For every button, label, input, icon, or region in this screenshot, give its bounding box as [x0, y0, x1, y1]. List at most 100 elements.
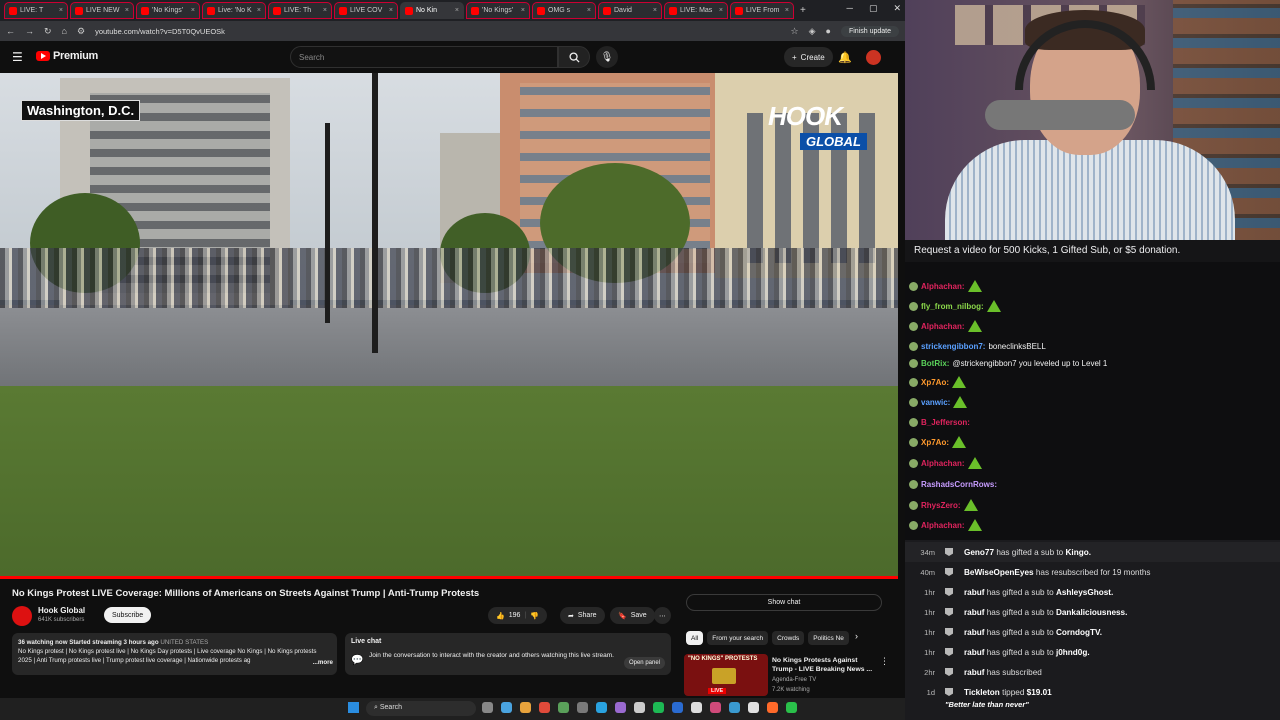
reload-icon[interactable]: ↻: [44, 26, 52, 37]
chat-username[interactable]: strickengibbon7:: [921, 342, 985, 351]
more-actions-button[interactable]: ⋯: [654, 607, 671, 624]
browser-tab[interactable]: LIVE: Th ×: [268, 2, 332, 19]
chat-username[interactable]: Alphachan:: [921, 282, 965, 291]
save-button[interactable]: 🔖 Save: [610, 607, 655, 624]
taskbar-app-icon[interactable]: [615, 702, 626, 713]
taskbar-app-icon[interactable]: [729, 702, 740, 713]
browser-tab[interactable]: LIVE: Mas ×: [664, 2, 728, 19]
browser-tab[interactable]: LIVE COV ×: [334, 2, 398, 19]
taskbar-app-icon[interactable]: [672, 702, 683, 713]
chevron-right-icon[interactable]: ›: [855, 631, 858, 645]
tab-close-icon[interactable]: ×: [785, 7, 789, 14]
account-avatar[interactable]: [866, 50, 881, 65]
finish-update-button[interactable]: Finish update: [840, 25, 899, 37]
browser-tab[interactable]: No Kin ×: [400, 2, 464, 19]
menu-icon[interactable]: ☰: [12, 50, 23, 64]
site-info-icon[interactable]: ⚙: [77, 26, 85, 37]
tab-close-icon[interactable]: ×: [653, 7, 657, 14]
back-icon[interactable]: ←: [6, 26, 15, 36]
browser-tab[interactable]: 'No Kings' ×: [136, 2, 200, 19]
recommended-video[interactable]: "NO KINGS" PROTESTS LIVE No Kings Protes…: [684, 654, 898, 698]
like-button[interactable]: 👍 196 | 👎: [488, 607, 547, 624]
tab-close-icon[interactable]: ×: [191, 7, 195, 14]
browser-tab[interactable]: OMG s ×: [532, 2, 596, 19]
taskbar-search[interactable]: ⌕ Search: [366, 701, 476, 716]
close-icon[interactable]: ✕: [893, 3, 901, 14]
tab-close-icon[interactable]: ×: [125, 7, 129, 14]
chat-username[interactable]: Alphachan:: [921, 521, 965, 530]
browser-tab[interactable]: LIVE: T ×: [4, 2, 68, 19]
video-player[interactable]: Washington, D.C. HOOK GLOBAL: [0, 73, 898, 578]
thumbs-down-icon[interactable]: 👎: [530, 612, 539, 620]
bookmark-star-icon[interactable]: ☆: [791, 26, 799, 37]
tab-close-icon[interactable]: ×: [257, 7, 261, 14]
voice-search-button[interactable]: 🎙: [596, 46, 618, 68]
browser-tab[interactable]: Live: 'No K ×: [202, 2, 266, 19]
recommended-thumbnail[interactable]: "NO KINGS" PROTESTS LIVE: [684, 654, 768, 696]
tab-close-icon[interactable]: ×: [323, 7, 327, 14]
taskbar-app-icon[interactable]: [634, 702, 645, 713]
maximize-icon[interactable]: ▢: [869, 3, 878, 14]
chat-username[interactable]: Xp7Ao:: [921, 378, 949, 387]
video-progress-bar[interactable]: [0, 576, 898, 579]
youtube-logo[interactable]: Premium: [36, 50, 98, 62]
open-panel-button[interactable]: Open panel: [623, 657, 665, 669]
taskbar-app-icon[interactable]: [482, 702, 493, 713]
chat-username[interactable]: Alphachan:: [921, 322, 965, 331]
taskbar-app-icon[interactable]: [596, 702, 607, 713]
browser-tab[interactable]: LIVE NEW ×: [70, 2, 134, 19]
taskbar-app-icon[interactable]: [653, 702, 664, 713]
tab-close-icon[interactable]: ×: [521, 7, 525, 14]
minimize-icon[interactable]: ─: [847, 3, 853, 14]
browser-tab[interactable]: David ×: [598, 2, 662, 19]
chat-username[interactable]: Xp7Ao:: [921, 438, 949, 447]
chat-username[interactable]: RhysZero:: [921, 501, 961, 510]
browser-tab[interactable]: LIVE From ×: [730, 2, 794, 19]
tab-close-icon[interactable]: ×: [455, 7, 459, 14]
chat-username[interactable]: B_Jefferson:: [921, 418, 970, 427]
taskbar-app-icon[interactable]: [558, 702, 569, 713]
taskbar-app-icon[interactable]: [786, 702, 797, 713]
extensions-icon[interactable]: ◈: [809, 26, 816, 37]
chip-crowds[interactable]: Crowds: [772, 631, 805, 645]
search-input[interactable]: Search: [290, 46, 558, 68]
taskbar-app-icon[interactable]: [691, 702, 702, 713]
share-button[interactable]: ➦ Share: [560, 607, 605, 624]
chat-username[interactable]: RashadsCornRows:: [921, 480, 997, 489]
tab-close-icon[interactable]: ×: [587, 7, 591, 14]
taskbar-app-icon[interactable]: [767, 702, 778, 713]
taskbar-app-icon[interactable]: [520, 702, 531, 713]
chat-username[interactable]: vanwic:: [921, 398, 950, 407]
channel-avatar[interactable]: [12, 606, 32, 626]
home-icon[interactable]: ⌂: [62, 26, 67, 36]
chat-username[interactable]: BotRix:: [921, 359, 949, 368]
chat-username[interactable]: fly_from_nilbog:: [921, 302, 984, 311]
url-field[interactable]: youtube.com/watch?v=D5T0QvUEOSk: [95, 27, 780, 36]
chip-all[interactable]: All: [686, 631, 704, 645]
more-vert-icon[interactable]: ⋮: [880, 656, 889, 667]
tab-close-icon[interactable]: ×: [59, 7, 63, 14]
taskbar-app-icon[interactable]: [577, 702, 588, 713]
subscribe-button[interactable]: Subscribe: [104, 607, 152, 623]
create-button[interactable]: + Create: [784, 47, 833, 67]
taskbar-app-icon[interactable]: [748, 702, 759, 713]
channel-name[interactable]: Hook Global: [38, 606, 85, 615]
search-button[interactable]: [558, 46, 590, 68]
chat-username[interactable]: Alphachan:: [921, 459, 965, 468]
profile-icon[interactable]: ●: [826, 26, 831, 36]
forward-icon[interactable]: →: [25, 26, 34, 36]
tab-close-icon[interactable]: ×: [389, 7, 393, 14]
taskbar-app-icon[interactable]: [710, 702, 721, 713]
browser-tab[interactable]: 'No Kings' ×: [466, 2, 530, 19]
tab-close-icon[interactable]: ×: [719, 7, 723, 14]
new-tab-icon[interactable]: +: [800, 5, 806, 16]
chip-from-your-search[interactable]: From your search: [707, 631, 769, 645]
notifications-bell-icon[interactable]: 🔔: [838, 51, 852, 64]
taskbar-app-icon[interactable]: [501, 702, 512, 713]
windows-start-icon[interactable]: [348, 702, 359, 713]
show-chat-button[interactable]: Show chat: [686, 594, 882, 611]
chip-politics[interactable]: Politics Ne: [808, 631, 849, 645]
more-link[interactable]: ...more: [310, 658, 333, 667]
description-box[interactable]: 36 watching now Started streaming 3 hour…: [12, 633, 337, 675]
taskbar-app-icon[interactable]: [539, 702, 550, 713]
